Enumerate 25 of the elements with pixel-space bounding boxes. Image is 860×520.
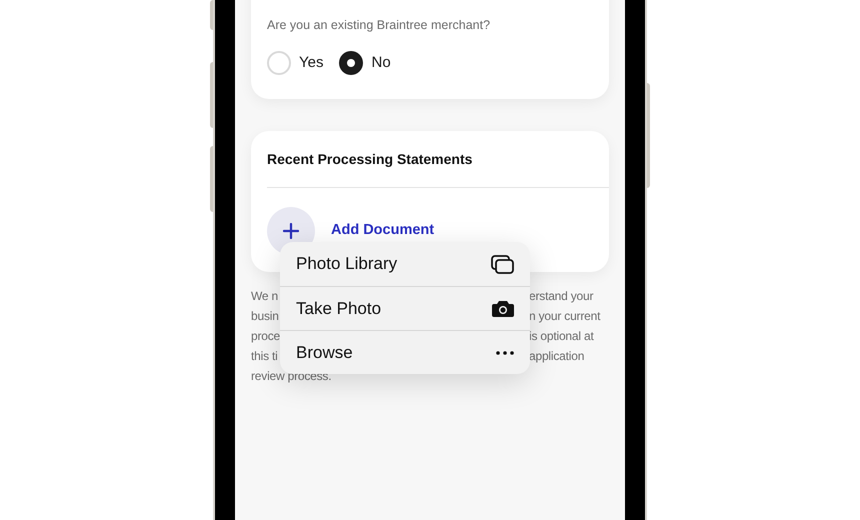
- photo-stack-icon: [491, 254, 514, 274]
- radio-option[interactable]: No: [339, 50, 391, 75]
- description-text: We n: [251, 288, 278, 305]
- description-text: is optional at: [529, 328, 594, 345]
- description-text: application: [529, 348, 584, 365]
- menu-item-label: Photo Library: [296, 253, 398, 276]
- radio-label: Yes: [299, 52, 324, 72]
- description-text: proce: [251, 328, 280, 345]
- more-icon: [496, 350, 514, 354]
- description-text: erstand your: [529, 288, 594, 305]
- camera-icon: [492, 300, 514, 317]
- menu-item[interactable]: Take Photo: [280, 286, 530, 330]
- description-text: n your current: [529, 308, 600, 325]
- plus-icon: [283, 222, 299, 239]
- radio-label: No: [371, 52, 391, 72]
- card-title: Recent Processing Statements: [267, 148, 609, 188]
- radio-option[interactable]: Yes: [267, 50, 324, 75]
- menu-item-label: Browse: [296, 342, 353, 364]
- description-text: this ti: [251, 348, 278, 365]
- menu-item[interactable]: Photo Library: [280, 242, 530, 286]
- menu-item-label: Take Photo: [296, 298, 382, 320]
- description-text: busin: [251, 308, 279, 325]
- question-label: Are you an existing Braintree merchant?: [267, 17, 492, 34]
- add-document-link[interactable]: Add Document: [331, 220, 434, 242]
- menu-item[interactable]: Browse: [280, 330, 530, 374]
